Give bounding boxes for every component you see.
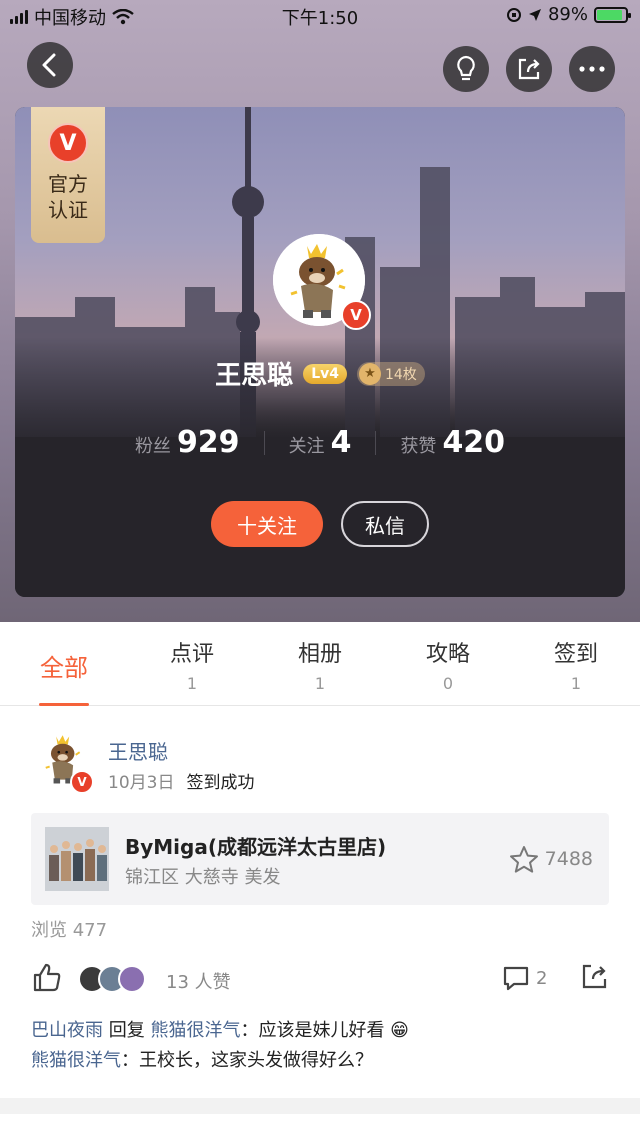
chevron-left-icon	[42, 53, 56, 77]
tab-album[interactable]: 相册 1	[256, 622, 384, 706]
comment-item: 巴山夜雨 回复 熊猫很洋气：应该是妹儿好看 😁	[31, 1016, 409, 1046]
follow-button[interactable]: 十关注	[211, 501, 323, 547]
profile-card: V 官方 认证 V 王思聪 Lv4 ★ 14枚 粉丝 929 关注 4 获赞 4…	[15, 107, 625, 597]
stat-label: 关注	[288, 436, 325, 457]
official-verified-badge: V 官方 认证	[31, 107, 105, 243]
back-button[interactable]	[27, 42, 73, 88]
level-badge[interactable]: Lv4	[303, 363, 347, 384]
tab-count: 0	[442, 674, 454, 693]
stat-label: 获赞	[400, 436, 437, 457]
tab-count: 1	[186, 674, 198, 693]
stat-value: 4	[330, 425, 352, 460]
tab-label: 签到	[553, 642, 598, 667]
post-date: 10月3日	[108, 773, 175, 793]
message-button[interactable]: 私信	[341, 501, 429, 547]
post-author-name[interactable]: 王思聪	[108, 736, 168, 765]
comment-list: 巴山夜雨 回复 熊猫很洋气：应该是妹儿好看 😁 熊猫很洋气：王校长，这家头发做得…	[31, 1016, 409, 1076]
verified-v-icon: V	[70, 770, 94, 794]
view-count: 浏览 477	[31, 920, 108, 941]
stat-fans[interactable]: 粉丝 929	[111, 425, 264, 460]
verified-v-icon: V	[48, 123, 88, 163]
lightbulb-icon	[457, 55, 475, 81]
shop-title: ByMiga(成都远洋太古里店)	[125, 835, 387, 859]
post-author-avatar[interactable]: V	[34, 730, 94, 794]
battery-level	[597, 9, 622, 20]
comment-icon	[503, 966, 529, 991]
verified-v-icon: V	[341, 300, 371, 330]
comment-count: 2	[536, 968, 548, 989]
profile-name: 王思聪	[215, 361, 294, 391]
like-count[interactable]: 13 人赞	[166, 968, 231, 994]
battery-icon	[594, 6, 631, 23]
comment-text: ：王校长，这家头发做得好么？	[121, 1050, 373, 1071]
section-divider	[0, 1098, 640, 1114]
post-actions: 13 人赞 2	[0, 960, 640, 1000]
share-icon	[582, 964, 607, 989]
medal-count: 14枚	[384, 366, 417, 383]
tab-guides[interactable]: 攻略 0	[384, 622, 512, 706]
shop-card[interactable]: ByMiga(成都远洋太古里店) 锦江区 大慈寺 美发 7488	[31, 813, 609, 905]
post-share-button[interactable]	[580, 962, 608, 994]
status-bar: 中国移动 下午1:50 89%	[0, 0, 640, 30]
location-icon	[528, 8, 541, 21]
more-button[interactable]	[569, 46, 615, 92]
avatar[interactable]: V	[273, 234, 371, 330]
comment-user[interactable]: 巴山夜雨	[31, 1020, 103, 1041]
shop-thumbnail	[45, 827, 109, 891]
comment-target-user[interactable]: 熊猫很洋气	[150, 1020, 240, 1041]
tab-checkins[interactable]: 签到 1	[512, 622, 640, 706]
comment-button[interactable]	[502, 964, 530, 996]
orientation-lock-icon	[506, 7, 521, 22]
comment-user[interactable]: 熊猫很洋气	[31, 1050, 121, 1071]
reply-word: 回复	[103, 1020, 151, 1041]
post-meta: 10月3日 签到成功	[108, 768, 254, 793]
star-icon	[509, 846, 538, 873]
stat-value: 420	[442, 425, 506, 460]
post-action: 签到成功	[186, 773, 255, 793]
share-button[interactable]	[506, 46, 552, 92]
favorite-count: 7488	[544, 848, 593, 870]
tab-label: 全部	[40, 654, 88, 682]
battery-percent: 89%	[547, 4, 588, 25]
content-tabs: 全部 点评 1 相册 1 攻略 0 签到 1	[0, 622, 640, 706]
more-dots-icon	[579, 66, 605, 72]
like-button[interactable]	[32, 962, 62, 996]
stat-following[interactable]: 关注 4	[265, 425, 376, 460]
tab-all[interactable]: 全部	[0, 622, 128, 706]
stat-likes[interactable]: 获赞 420	[376, 425, 529, 460]
favorite-button[interactable]: 7488	[509, 845, 593, 873]
tab-reviews[interactable]: 点评 1	[128, 622, 256, 706]
stat-value: 929	[176, 425, 240, 460]
tab-count: 1	[314, 674, 326, 693]
tip-button[interactable]	[443, 46, 489, 92]
tab-label: 相册	[297, 642, 342, 667]
medal-star-icon: ★	[358, 362, 381, 385]
thumbs-up-icon	[33, 963, 61, 992]
active-tab-indicator	[39, 703, 89, 706]
official-badge-label: 官方 认证	[48, 172, 88, 222]
tab-label: 攻略	[425, 642, 470, 667]
comment-text: ：应该是妹儿好看 😁	[240, 1020, 409, 1041]
stat-label: 粉丝	[134, 436, 171, 457]
comment-item: 熊猫很洋气：王校长，这家头发做得好么？	[31, 1046, 409, 1076]
shop-photo-illustration	[45, 827, 109, 891]
liker-avatars[interactable]	[78, 965, 146, 993]
medal-badge[interactable]: ★ 14枚	[356, 361, 425, 386]
shop-subtitle: 锦江区 大慈寺 美发	[125, 867, 281, 888]
avatar	[118, 965, 146, 993]
tab-label: 点评	[169, 642, 214, 667]
tab-count: 1	[570, 674, 582, 693]
share-icon	[518, 58, 540, 80]
profile-stats: 粉丝 929 关注 4 获赞 420	[15, 425, 625, 460]
